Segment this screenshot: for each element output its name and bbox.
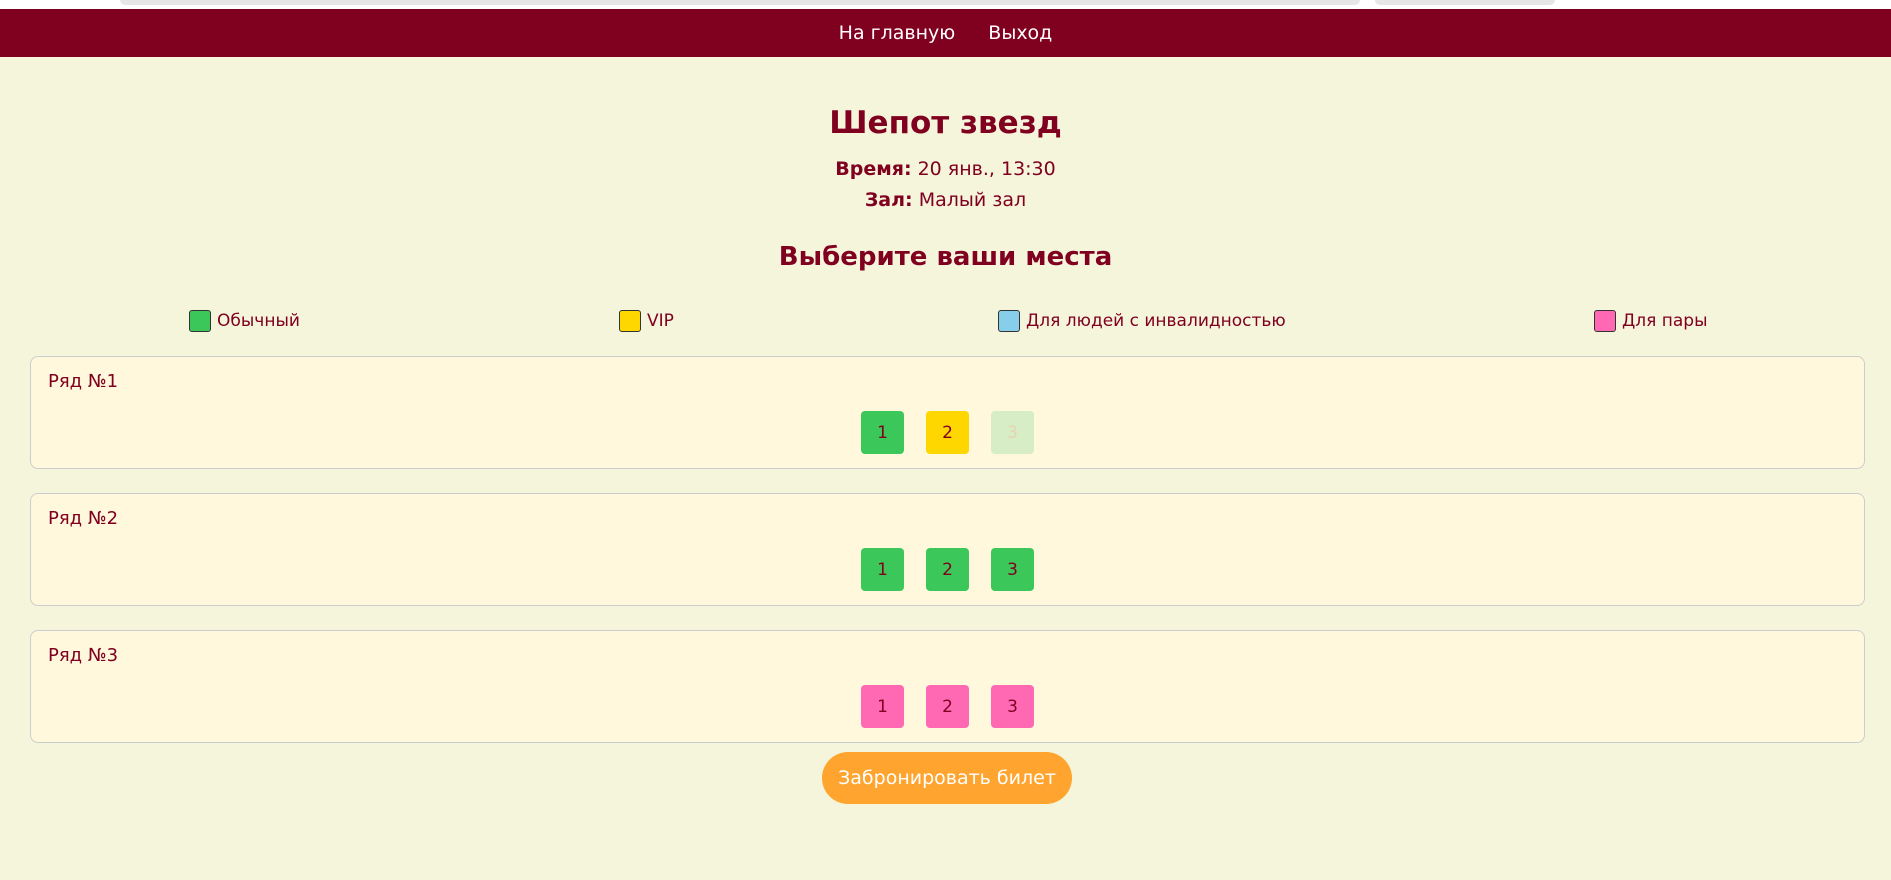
legend-swatch-disabled bbox=[998, 310, 1020, 332]
movie-title: Шепот звезд bbox=[829, 105, 1062, 141]
seat-row-2: Ряд №2 1 2 3 bbox=[30, 493, 1865, 606]
seat-button[interactable]: 3 bbox=[991, 685, 1034, 728]
seat-button[interactable]: 2 bbox=[926, 411, 969, 454]
seat-row-1: Ряд №1 1 2 3 bbox=[30, 356, 1865, 469]
legend-label: Для пары bbox=[1622, 311, 1708, 331]
legend-vip: VIP bbox=[619, 310, 674, 332]
legend-swatch-couple bbox=[1594, 310, 1616, 332]
row-seats: 1 2 3 bbox=[31, 685, 1864, 728]
legend-label: Для людей с инвалидностью bbox=[1026, 311, 1286, 331]
toolbar-edge bbox=[1375, 0, 1555, 5]
nav-home-link[interactable]: На главную bbox=[839, 22, 956, 44]
hall-value: Малый зал bbox=[918, 189, 1027, 211]
row-seats: 1 2 3 bbox=[31, 411, 1864, 454]
seat-button-taken[interactable]: 3 bbox=[991, 411, 1034, 454]
legend-label: Обычный bbox=[217, 311, 300, 331]
row-label: Ряд №1 bbox=[48, 371, 119, 392]
seat-button[interactable]: 3 bbox=[991, 548, 1034, 591]
legend-couple: Для пары bbox=[1594, 310, 1708, 332]
legend-swatch-regular bbox=[189, 310, 211, 332]
legend-disabled: Для людей с инвалидностью bbox=[998, 310, 1286, 332]
legend-regular: Обычный bbox=[189, 310, 300, 332]
browser-top-strip bbox=[0, 0, 1891, 9]
seat-button[interactable]: 1 bbox=[861, 685, 904, 728]
hall-label: Зал: bbox=[864, 189, 913, 211]
nav-logout-link[interactable]: Выход bbox=[988, 22, 1052, 44]
showtime-info: Время: 20 янв., 13:30 bbox=[0, 158, 1891, 180]
seat-button[interactable]: 1 bbox=[861, 548, 904, 591]
select-seats-heading: Выберите ваши места bbox=[778, 242, 1113, 272]
row-seats: 1 2 3 bbox=[31, 548, 1864, 591]
legend-swatch-vip bbox=[619, 310, 641, 332]
legend-label: VIP bbox=[647, 311, 674, 331]
book-ticket-button[interactable]: Забронировать билет bbox=[822, 752, 1072, 804]
address-bar-edge bbox=[120, 0, 1360, 5]
time-value: 20 янв., 13:30 bbox=[917, 158, 1056, 180]
seat-button[interactable]: 1 bbox=[861, 411, 904, 454]
time-label: Время: bbox=[835, 158, 912, 180]
seat-button[interactable]: 2 bbox=[926, 548, 969, 591]
seat-button[interactable]: 2 bbox=[926, 685, 969, 728]
row-label: Ряд №2 bbox=[48, 508, 119, 529]
top-navbar: На главную Выход bbox=[0, 9, 1891, 57]
seat-row-3: Ряд №3 1 2 3 bbox=[30, 630, 1865, 743]
row-label: Ряд №3 bbox=[48, 645, 119, 666]
hall-info: Зал: Малый зал bbox=[0, 189, 1891, 211]
